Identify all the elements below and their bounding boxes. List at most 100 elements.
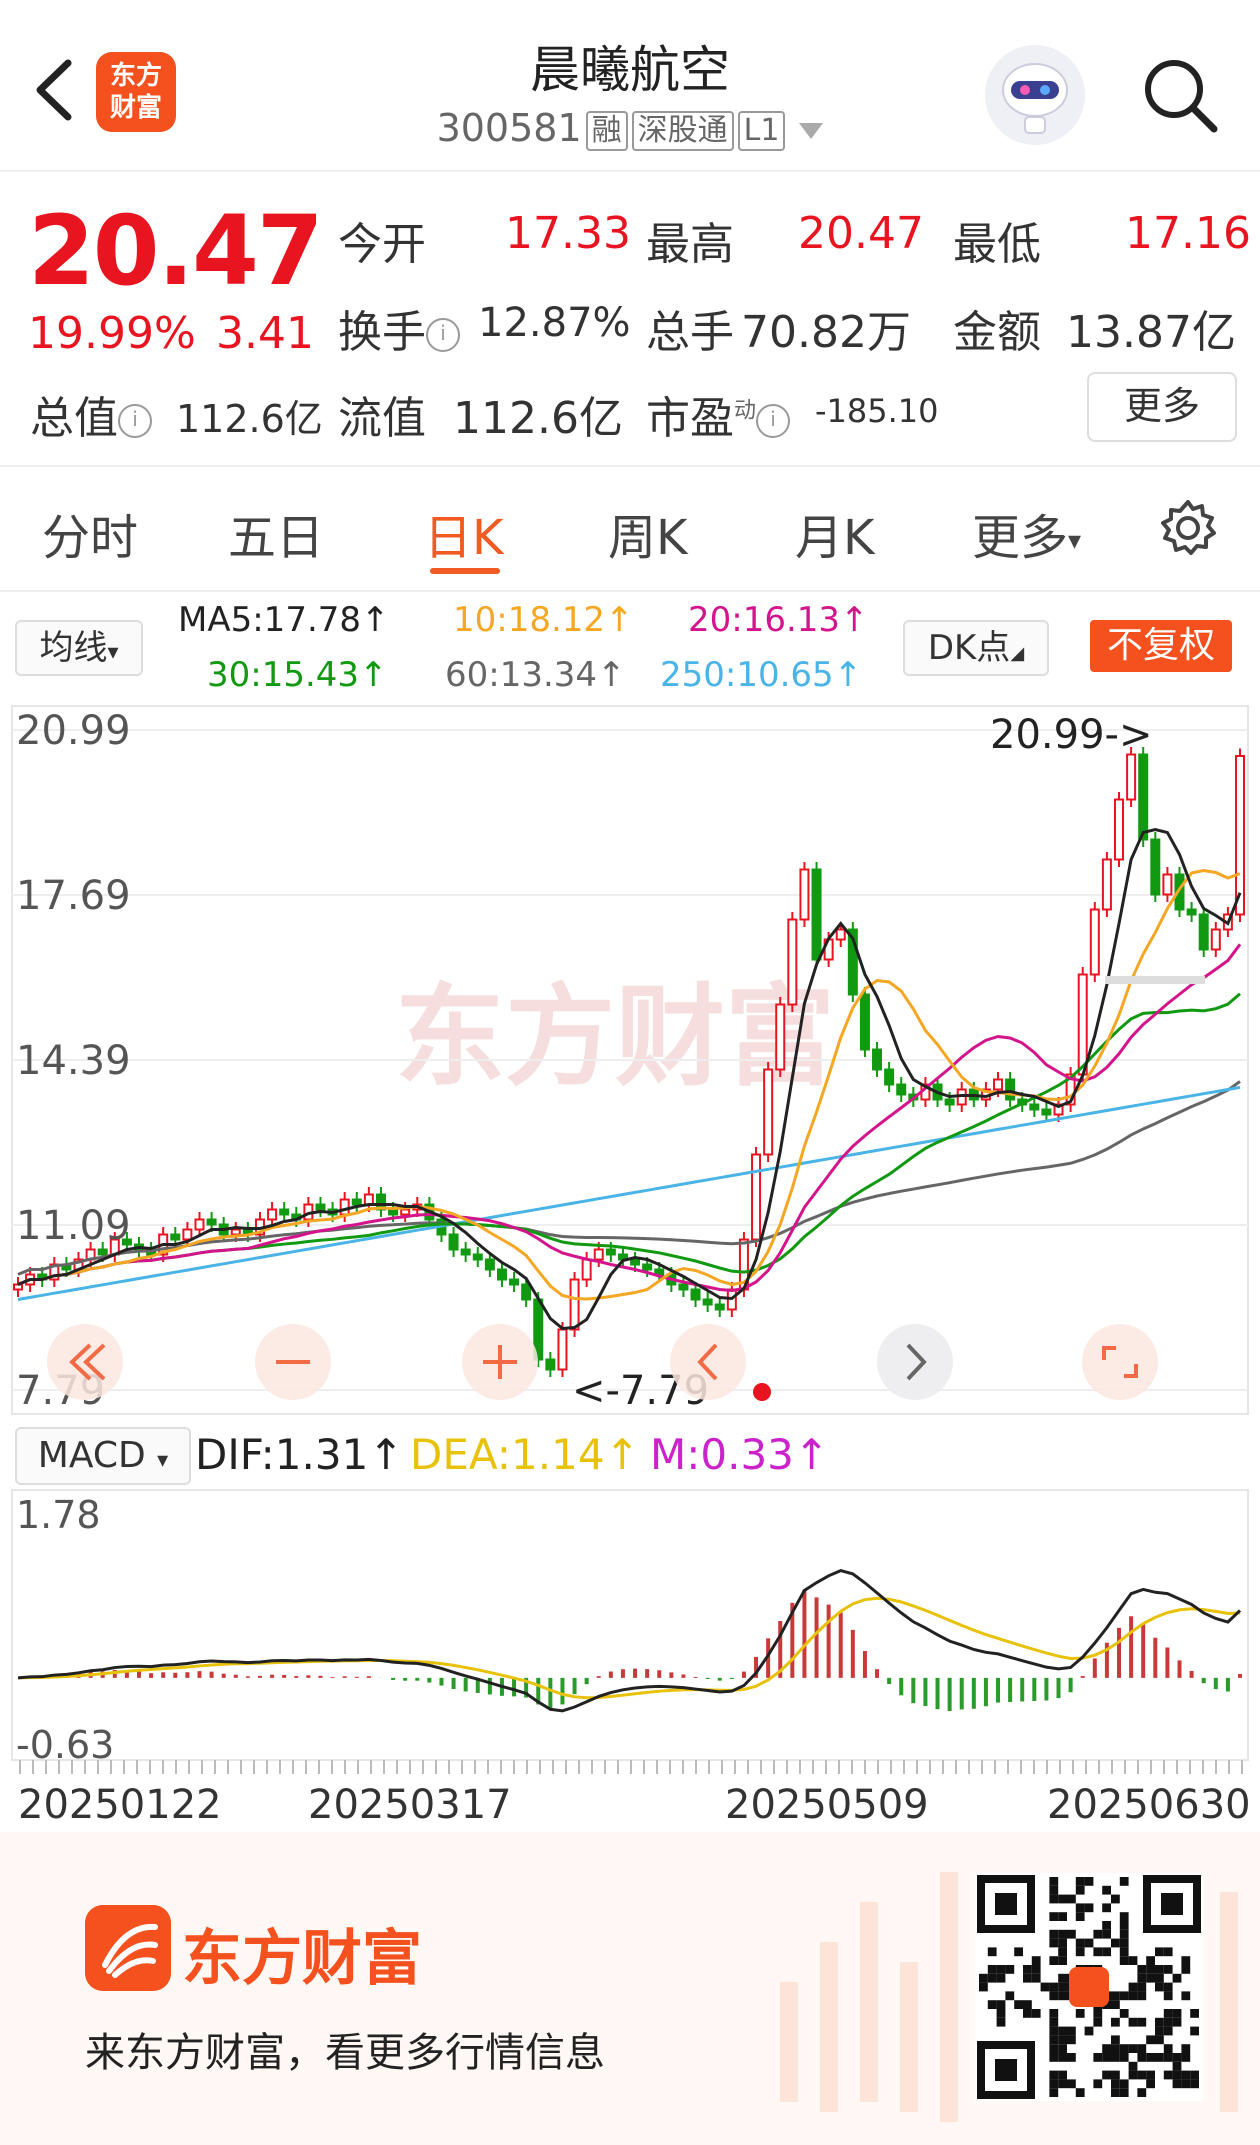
- gear-icon[interactable]: [1158, 498, 1218, 558]
- candle-body: [267, 1208, 278, 1221]
- ma10-value: 10:18.12↑: [453, 600, 634, 640]
- tag-margin: 融: [585, 110, 628, 151]
- ma60-label: 60:13.34: [445, 655, 598, 695]
- left-icon[interactable]: [670, 1324, 746, 1400]
- candle-body: [351, 1198, 362, 1206]
- mktcap-label-text: 总值: [30, 393, 118, 444]
- price-tick: 17.69: [16, 873, 131, 919]
- ma5-label: MA5:17.78: [178, 600, 362, 640]
- candle-body: [13, 1283, 23, 1291]
- caret-down-icon: ▾: [1068, 526, 1082, 556]
- info-icon[interactable]: i: [426, 318, 460, 352]
- up-arrow: ↑: [793, 1430, 830, 1479]
- pe-label: 市盈动 i: [646, 382, 791, 446]
- volume-label: 总手: [646, 307, 734, 358]
- dif-label: DIF:1.31: [195, 1430, 369, 1479]
- up-arrow: ↑: [833, 655, 863, 695]
- pe-value: -185.10: [815, 392, 939, 430]
- candle-body: [182, 1228, 193, 1241]
- robot-avatar-icon[interactable]: [985, 45, 1085, 145]
- candle-body: [884, 1068, 895, 1086]
- candle-body: [859, 993, 870, 1051]
- tab-more[interactable]: 更多▾: [972, 498, 1081, 568]
- macd-chart[interactable]: 1.78 -0.63: [0, 1488, 1260, 1778]
- tag-level: L1: [737, 110, 786, 151]
- price-tick: 14.39: [16, 1038, 131, 1084]
- candle-body: [279, 1208, 290, 1216]
- time-axis-ticks: [19, 1760, 1243, 1774]
- right-icon[interactable]: [877, 1324, 953, 1400]
- restore-right-button[interactable]: 不复权: [1090, 620, 1232, 672]
- up-arrow: ↑: [368, 1430, 404, 1479]
- candle-body: [448, 1233, 459, 1251]
- candle-body: [472, 1253, 483, 1261]
- ma30-value: 30:15.43↑: [207, 655, 388, 695]
- candle-body: [835, 928, 846, 941]
- change-percent: 19.99%: [28, 308, 196, 359]
- tab-more-label: 更多: [972, 510, 1069, 566]
- ma250-value: 250:10.65↑: [660, 655, 862, 695]
- float-label: 流值: [338, 393, 426, 444]
- candle-body: [400, 1208, 411, 1216]
- more-button[interactable]: 更多: [1087, 372, 1237, 442]
- date-label: 20250317: [308, 1782, 512, 1828]
- candle-body: [993, 1078, 1004, 1091]
- active-tab-indicator: [430, 568, 500, 574]
- candle-body: [1186, 908, 1197, 916]
- kline-chart[interactable]: 东方财富 20.9917.6914.3911.097.79 20.99-> <-…: [0, 700, 1260, 1420]
- candle-body: [97, 1248, 108, 1256]
- tab-intraday[interactable]: 分时: [42, 498, 138, 568]
- dk-point-selector[interactable]: DK点◢: [903, 620, 1049, 676]
- chevron-down-icon[interactable]: [799, 122, 824, 139]
- candle-body: [206, 1218, 217, 1226]
- indicator-selector[interactable]: MACD ▾: [15, 1427, 191, 1485]
- candle-body: [521, 1283, 532, 1301]
- tab-monthly-k[interactable]: 月K: [795, 498, 874, 568]
- candle-body: [1150, 838, 1161, 896]
- candle-body: [230, 1228, 241, 1236]
- tab-weekly-k[interactable]: 周K: [608, 498, 687, 568]
- low-value: 17.16: [1125, 208, 1251, 259]
- info-icon[interactable]: i: [118, 404, 152, 438]
- macd-histogram: [28, 1589, 1242, 1711]
- caret-down-icon: ▾: [157, 1448, 169, 1473]
- ma-selector[interactable]: 均线▾: [15, 620, 143, 676]
- candle-body: [1162, 873, 1173, 896]
- fullscreen-icon[interactable]: [1082, 1324, 1158, 1400]
- high-label: 最高: [646, 219, 734, 270]
- qr-code[interactable]: [975, 1873, 1203, 2101]
- tab-daily-k[interactable]: 日K: [424, 498, 503, 568]
- dea-value: DEA:1.14↑: [410, 1430, 640, 1479]
- ma20-value: 20:16.13↑: [688, 600, 869, 640]
- ma5-value: MA5:17.78↑: [178, 600, 390, 640]
- change-amount: 3.41: [216, 308, 314, 359]
- up-arrow: ↑: [597, 655, 626, 695]
- ma10-label: 10:18.12: [453, 600, 606, 640]
- candle-body: [702, 1298, 713, 1306]
- up-arrow: ↑: [604, 1430, 640, 1479]
- info-icon[interactable]: i: [756, 404, 791, 438]
- event-dot[interactable]: [753, 1383, 771, 1401]
- m-label: M:0.33: [650, 1430, 794, 1479]
- date-label: 20250122: [18, 1782, 222, 1828]
- candle-body: [170, 1233, 181, 1241]
- candle-body: [1101, 858, 1112, 911]
- candle-body: [388, 1208, 399, 1216]
- slogan: 来东方财富，看更多行情信息: [85, 2030, 605, 2076]
- amount-value: 13.87亿: [1066, 307, 1236, 358]
- candle-body: [315, 1203, 326, 1211]
- candle-body: [714, 1303, 725, 1311]
- date-label: 20250630: [1047, 1782, 1251, 1828]
- macd-tick-min: -0.63: [16, 1723, 114, 1767]
- search-icon[interactable]: [1140, 55, 1220, 135]
- candle-body: [339, 1198, 350, 1216]
- ma30-label: 30:15.43: [207, 655, 360, 695]
- dea-label: DEA:1.14: [410, 1430, 605, 1479]
- tab-five-day[interactable]: 五日: [228, 498, 324, 568]
- indicator-name: MACD: [37, 1435, 146, 1476]
- eastmoney-brand-icon: [85, 1905, 171, 1991]
- candle-body: [1114, 798, 1125, 861]
- candle-body: [1126, 753, 1137, 801]
- candle-body: [484, 1258, 495, 1271]
- dk-point-label: DK点: [927, 628, 1011, 668]
